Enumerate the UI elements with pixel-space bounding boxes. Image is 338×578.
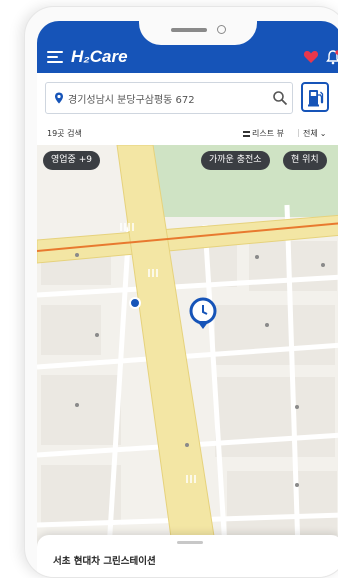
- front-camera: [217, 25, 226, 34]
- phone-frame: H₂Care 경기성남시 분당구삼평동 672 19곳 검색 리스트 뷰 | 전…: [24, 6, 338, 578]
- result-count: 19곳 검색: [47, 129, 82, 138]
- list-view-label: 리스트 뷰: [252, 129, 284, 138]
- location-pin-icon: [55, 92, 63, 104]
- open-stations-chip[interactable]: 영업중 +9: [43, 151, 100, 170]
- station-name: 서초 현대차 그린스테이션: [53, 556, 156, 567]
- station-bottom-sheet[interactable]: 서초 현대차 그린스테이션: [37, 535, 338, 577]
- app-logo: H₂Care: [71, 47, 128, 66]
- fuel-station-button[interactable]: [301, 82, 329, 112]
- search-icon[interactable]: [272, 90, 288, 106]
- sheet-drag-handle[interactable]: [177, 541, 203, 544]
- menu-icon[interactable]: [47, 51, 63, 63]
- address-search-input[interactable]: 경기성남시 분당구삼평동 672: [45, 82, 293, 114]
- filter-row: 19곳 검색 리스트 뷰 | 전체 ⌄: [37, 121, 338, 145]
- app-screen: H₂Care 경기성남시 분당구삼평동 672 19곳 검색 리스트 뷰 | 전…: [37, 21, 338, 577]
- chevron-down-icon: ⌄: [319, 129, 327, 138]
- filter-dropdown[interactable]: 전체 ⌄: [303, 128, 326, 139]
- divider: |: [297, 128, 300, 137]
- current-location-chip[interactable]: 현 위치: [283, 151, 327, 170]
- fuel-pump-icon: [308, 90, 324, 107]
- heart-icon[interactable]: [303, 49, 319, 65]
- nearby-stations-chip[interactable]: 가까운 충전소: [201, 151, 270, 170]
- current-location-dot: [129, 297, 141, 309]
- list-icon: [243, 131, 250, 137]
- bell-icon[interactable]: [325, 49, 338, 65]
- map-view[interactable]: 영업중 +9 가까운 충전소 현 위치 서초 현대차 그린스테이션: [37, 145, 338, 577]
- phone-notch: [139, 21, 257, 45]
- map-canvas: [37, 145, 338, 577]
- filter-label: 전체: [303, 129, 318, 138]
- search-bar: 경기성남시 분당구삼평동 672: [37, 73, 338, 122]
- speaker-grille: [171, 28, 207, 32]
- list-view-toggle[interactable]: 리스트 뷰: [243, 128, 284, 139]
- address-text: 경기성남시 분당구삼평동 672: [68, 95, 195, 106]
